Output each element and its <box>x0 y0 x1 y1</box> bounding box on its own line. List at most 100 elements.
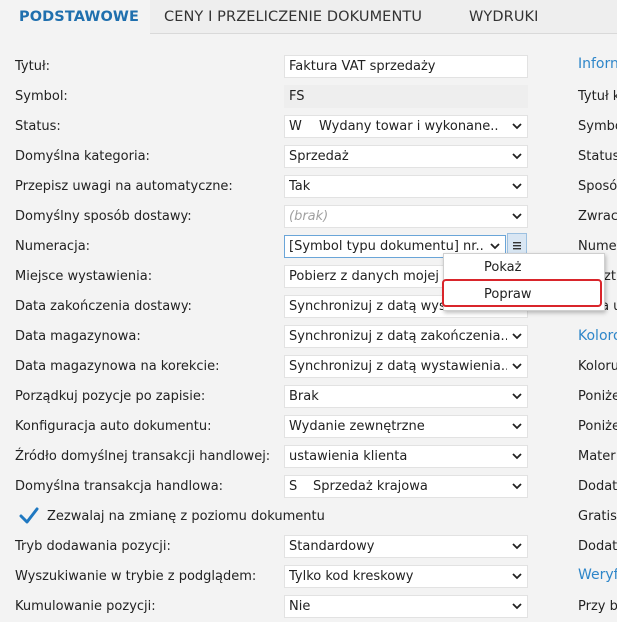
sort-select[interactable]: Brak <box>284 385 528 408</box>
form-row-sort: Porządkuj pozycje po zapisie: Brak <box>0 382 617 412</box>
right-label: Symbo <box>578 119 617 134</box>
field-value: Tylko kod kreskowy <box>289 569 414 584</box>
field-label: Porządkuj pozycje po zapisie: <box>15 389 206 404</box>
form-row-status: Status: W Wydany towar i wykonane... <box>0 112 617 142</box>
tab-label: PODSTAWOWE <box>19 9 139 25</box>
chevron-down-icon <box>512 333 522 340</box>
form-row-notes: Przepisz uwagi na automatyczne: Tak <box>0 172 617 202</box>
warehouse-date-select[interactable]: Synchronizuj z datą zakończenia... <box>284 325 528 348</box>
field-label: Wyszukiwanie w trybie z podglądem: <box>15 569 257 584</box>
checkmark-icon <box>19 507 39 524</box>
right-label: Koloru <box>578 359 617 374</box>
field-label: Data zakończenia dostawy: <box>15 299 192 314</box>
chevron-down-icon <box>512 543 522 550</box>
chevron-down-icon <box>512 453 522 460</box>
right-label: Status <box>578 149 617 164</box>
field-value: Standardowy <box>289 539 375 554</box>
chevron-down-icon <box>512 483 522 490</box>
tab-bar: PODSTAWOWE CENY I PRZELICZENIE DOKUMENTU… <box>0 0 617 34</box>
transaction-source-select[interactable]: ustawienia klienta <box>284 445 528 468</box>
right-label: Dodat <box>578 539 617 554</box>
field-label: Domyślna transakcja handlowa: <box>15 479 224 494</box>
field-label: Symbol: <box>15 89 68 104</box>
tab-label: WYDRUKI <box>469 9 539 25</box>
field-label: Miejsce wystawienia: <box>15 269 153 284</box>
field-label: Tytuł: <box>15 59 51 74</box>
section-header: Koloro <box>578 328 617 344</box>
section-header: Inforn <box>578 56 617 72</box>
title-input[interactable]: Faktura VAT sprzedaży <box>284 55 528 78</box>
field-label: Kumulowanie pozycji: <box>15 599 156 614</box>
form-row-transaction-source: Źródło domyślnej transakcji handlowej: u… <box>0 442 617 472</box>
field-value: ustawienia klienta <box>289 449 408 464</box>
field-code: W <box>289 119 302 134</box>
form-row-delivery: Domyślny sposób dostawy: (brak) <box>0 202 617 232</box>
field-value: Tak <box>289 179 311 194</box>
symbol-field: FS <box>284 85 528 108</box>
tab-ceny[interactable]: CENY I PRZELICZENIE DOKUMENTU <box>164 0 422 33</box>
right-label: Zwrac <box>578 209 617 224</box>
field-value: Synchronizuj z datą wystawienia... <box>289 359 507 374</box>
right-label: Poniże <box>578 419 617 434</box>
field-value: Pobierz z danych mojej f <box>289 269 448 284</box>
form-row-search-mode: Wyszukiwanie w trybie z podglądem: Tylko… <box>0 562 617 592</box>
form-row-add-mode: Tryb dodawania pozycji: Standardowy <box>0 532 617 562</box>
field-code: S <box>289 479 298 494</box>
form-row-warehouse-date: Data magazynowa: Synchronizuj z datą zak… <box>0 322 617 352</box>
right-label: Dodat <box>578 479 617 494</box>
highlight-box <box>442 279 602 307</box>
tab-label: CENY I PRZELICZENIE DOKUMENTU <box>164 9 423 25</box>
form-row-cumulate: Kumulowanie pozycji: Nie <box>0 592 617 622</box>
right-label: Gratis <box>578 509 617 524</box>
right-label: Mater <box>578 449 616 464</box>
field-label: Status: <box>15 119 61 134</box>
form-row-transaction: Domyślna transakcja handlowa: S Sprzedaż… <box>0 472 617 502</box>
field-value: FS <box>289 89 305 104</box>
field-label: Konfiguracja auto dokumentu: <box>15 419 212 434</box>
field-value: Nie <box>289 599 311 614</box>
field-label: Przepisz uwagi na automatyczne: <box>15 179 233 194</box>
field-value: Synchronizuj z datą zakończenia... <box>289 329 507 344</box>
chevron-down-icon <box>512 363 522 370</box>
field-value: Wydany towar i wykonane... <box>319 119 499 134</box>
warehouse-date-correction-select[interactable]: Synchronizuj z datą wystawienia... <box>284 355 528 378</box>
chevron-down-icon <box>512 393 522 400</box>
add-mode-select[interactable]: Standardowy <box>284 535 528 558</box>
right-label: Tytuł k <box>578 89 617 104</box>
chevron-down-icon <box>512 153 522 160</box>
field-label: Data magazynowa: <box>15 329 141 344</box>
form-row-warehouse-date-correction: Data magazynowa na korekcie: Synchronizu… <box>0 352 617 382</box>
right-label: zt <box>604 269 616 284</box>
form-row-auto-doc: Konfiguracja auto dokumentu: Wydanie zew… <box>0 412 617 442</box>
section-header: Weryf <box>578 567 617 583</box>
right-label: Przy b <box>578 599 617 614</box>
field-value: Sprzedaż krajowa <box>313 479 428 494</box>
chevron-down-icon <box>512 423 522 430</box>
field-label: Źródło domyślnej transakcji handlowej: <box>15 449 271 464</box>
chevron-down-icon <box>512 603 522 610</box>
form-row-symbol: Symbol: FS <box>0 82 617 112</box>
menu-item-show[interactable]: Pokaż <box>484 255 521 281</box>
field-label: Tryb dodawania pozycji: <box>15 539 171 554</box>
tab-podstawowe[interactable]: PODSTAWOWE <box>0 0 150 34</box>
form-row-title: Tytuł: Faktura VAT sprzedaży <box>0 52 617 82</box>
field-value: Brak <box>289 389 319 404</box>
field-label: Data magazynowa na korekcie: <box>15 359 220 374</box>
delivery-select[interactable]: (brak) <box>284 205 528 228</box>
checkbox-label: Zezwalaj na zmianę z poziomu dokumentu <box>47 509 325 524</box>
category-select[interactable]: Sprzedaż <box>284 145 528 168</box>
field-label: Domyślna kategoria: <box>15 149 150 164</box>
notes-select[interactable]: Tak <box>284 175 528 198</box>
tab-wydruki[interactable]: WYDRUKI <box>469 0 539 33</box>
field-value: Sprzedaż <box>289 149 349 164</box>
chevron-down-icon <box>490 243 500 250</box>
search-mode-select[interactable]: Tylko kod kreskowy <box>284 565 528 588</box>
status-select[interactable]: W Wydany towar i wykonane... <box>284 115 528 138</box>
chevron-down-icon <box>512 123 522 130</box>
cumulate-select[interactable]: Nie <box>284 595 528 618</box>
field-value: Faktura VAT sprzedaży <box>289 59 436 74</box>
transaction-select[interactable]: S Sprzedaż krajowa <box>284 475 528 498</box>
auto-doc-select[interactable]: Wydanie zewnętrzne <box>284 415 528 438</box>
chevron-down-icon <box>512 573 522 580</box>
chevron-down-icon <box>512 183 522 190</box>
